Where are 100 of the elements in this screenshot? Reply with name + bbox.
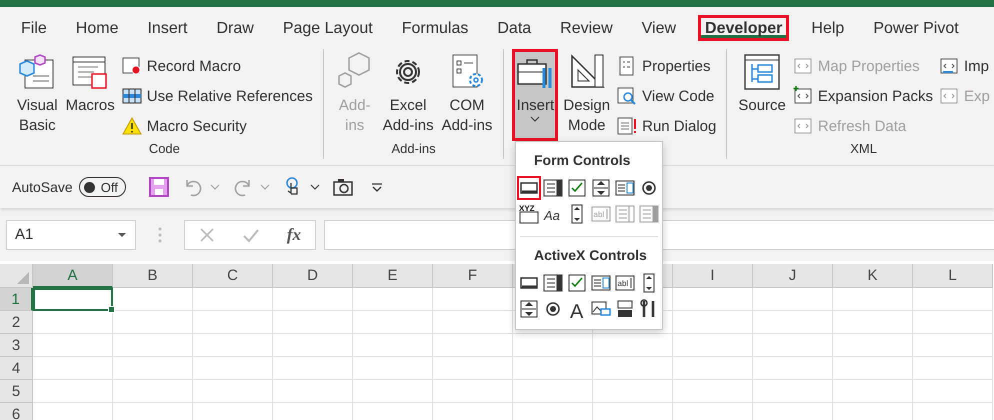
save-icon[interactable] — [148, 176, 170, 198]
grid-cell[interactable] — [113, 311, 193, 334]
ribbon-tab[interactable]: Insert — [140, 14, 194, 40]
grid-cell[interactable] — [113, 380, 193, 403]
grid-cell[interactable] — [353, 311, 433, 334]
caret-icon[interactable] — [310, 184, 320, 190]
select-all-corner[interactable] — [0, 264, 33, 288]
ribbon-tab[interactable]: Page Layout — [276, 14, 380, 40]
grid-cell[interactable] — [353, 334, 433, 357]
grid-cell[interactable] — [273, 288, 353, 311]
ribbon-tab[interactable]: Power Pivot — [866, 14, 966, 40]
grid-cell[interactable] — [273, 334, 353, 357]
grid-cell[interactable] — [833, 380, 913, 403]
ribbon-button[interactable]: Source — [735, 49, 789, 141]
grid-cell[interactable] — [673, 311, 753, 334]
grid-cell[interactable] — [33, 311, 113, 334]
ribbon-button[interactable]: Use Relative References — [120, 81, 315, 111]
cancel-icon[interactable] — [198, 226, 215, 242]
ribbon-button[interactable]: Properties — [615, 51, 718, 81]
grid-cell[interactable] — [673, 357, 753, 380]
row-header[interactable]: 4 — [0, 357, 33, 380]
ribbon-tab[interactable]: View — [634, 14, 684, 40]
grid-cell[interactable] — [753, 380, 833, 403]
grid-cell[interactable] — [593, 357, 673, 380]
grid-cell[interactable] — [113, 288, 193, 311]
grid-cell[interactable] — [913, 334, 993, 357]
grid-cell[interactable] — [33, 334, 113, 357]
grid-cell[interactable] — [193, 357, 273, 380]
grid-cell[interactable] — [913, 311, 993, 334]
grid-cell[interactable] — [433, 288, 513, 311]
column-header[interactable]: J — [753, 264, 833, 288]
column-header[interactable]: F — [433, 264, 513, 288]
grid-cell[interactable] — [513, 334, 593, 357]
ribbon-tab[interactable]: File — [14, 14, 54, 40]
button-control-icon[interactable] — [517, 176, 541, 200]
grid-cell[interactable] — [113, 334, 193, 357]
column-header[interactable]: A — [33, 264, 113, 288]
biglabel-control-icon[interactable]: A — [565, 297, 589, 321]
grid-cell[interactable] — [193, 334, 273, 357]
grid-cell[interactable] — [353, 288, 433, 311]
autosave-toggle[interactable]: Off — [78, 177, 126, 197]
column-header[interactable]: E — [353, 264, 433, 288]
row-header[interactable]: 5 — [0, 380, 33, 403]
grid-cell[interactable] — [513, 357, 593, 380]
grid-cell[interactable] — [913, 357, 993, 380]
grid-cell[interactable] — [913, 288, 993, 311]
grid-cell[interactable] — [673, 334, 753, 357]
ribbon-button[interactable]: Visual Basic — [14, 49, 61, 141]
ribbon-tab[interactable]: Formulas — [394, 14, 476, 40]
grid-cell[interactable] — [753, 311, 833, 334]
column-header[interactable]: B — [113, 264, 193, 288]
grid-cell[interactable] — [193, 311, 273, 334]
ribbon-tab[interactable]: Data — [490, 14, 538, 40]
camera-icon[interactable] — [332, 176, 354, 198]
grid-cell[interactable] — [833, 311, 913, 334]
row-header[interactable]: 2 — [0, 311, 33, 334]
grid-cell[interactable] — [753, 288, 833, 311]
column-header[interactable]: L — [913, 264, 993, 288]
row-header[interactable]: 1 — [0, 288, 33, 311]
grid-cell[interactable] — [113, 357, 193, 380]
ribbon-button[interactable]: Record Macro — [120, 51, 315, 81]
grid-cell[interactable] — [33, 380, 113, 403]
grid-cell[interactable] — [273, 311, 353, 334]
grid-cell[interactable] — [433, 357, 513, 380]
label-control-icon[interactable]: Aa — [541, 202, 565, 226]
column-header[interactable]: I — [673, 264, 753, 288]
grid-cell[interactable] — [593, 380, 673, 403]
grid-cell[interactable] — [433, 311, 513, 334]
ribbon-tab[interactable]: Draw — [209, 14, 261, 40]
grid-cell[interactable] — [753, 357, 833, 380]
grid-cell[interactable] — [673, 288, 753, 311]
grid-cell[interactable] — [593, 334, 673, 357]
grid-cell[interactable] — [753, 334, 833, 357]
ribbon-button[interactable]: Design Mode — [560, 49, 614, 141]
column-header[interactable]: K — [833, 264, 913, 288]
grid-cell[interactable] — [513, 380, 593, 403]
column-header[interactable]: D — [273, 264, 353, 288]
grid-cell[interactable] — [33, 357, 113, 380]
ribbon-button[interactable]: Excel Add-ins — [380, 49, 437, 141]
ribbon-button[interactable]: Macro Security — [120, 111, 315, 141]
grid-cell[interactable] — [833, 288, 913, 311]
grid-cell[interactable] — [273, 380, 353, 403]
ribbon-button[interactable]: Insert — [512, 49, 558, 141]
column-header[interactable]: C — [193, 264, 273, 288]
insert-function-button[interactable]: fx — [286, 224, 302, 244]
ribbon-button[interactable]: Imp — [936, 51, 992, 81]
grid-cell[interactable] — [833, 357, 913, 380]
row-header[interactable]: 6 — [0, 403, 33, 420]
grid-cell[interactable] — [833, 334, 913, 357]
name-box[interactable]: A1 — [6, 220, 136, 250]
ribbon-button[interactable]: Run Dialog — [615, 111, 718, 141]
grid-cell[interactable] — [273, 357, 353, 380]
ribbon-tab[interactable]: Developer — [698, 14, 790, 40]
ribbon-tab[interactable]: Review — [553, 14, 620, 40]
grid-cell[interactable] — [433, 334, 513, 357]
active-cell[interactable] — [33, 288, 113, 311]
ribbon-tab[interactable]: Help — [804, 14, 852, 40]
grid-cell[interactable] — [353, 380, 433, 403]
ribbon-button[interactable]: View Code — [615, 81, 718, 111]
ribbon-button[interactable]: Macros — [62, 49, 118, 141]
